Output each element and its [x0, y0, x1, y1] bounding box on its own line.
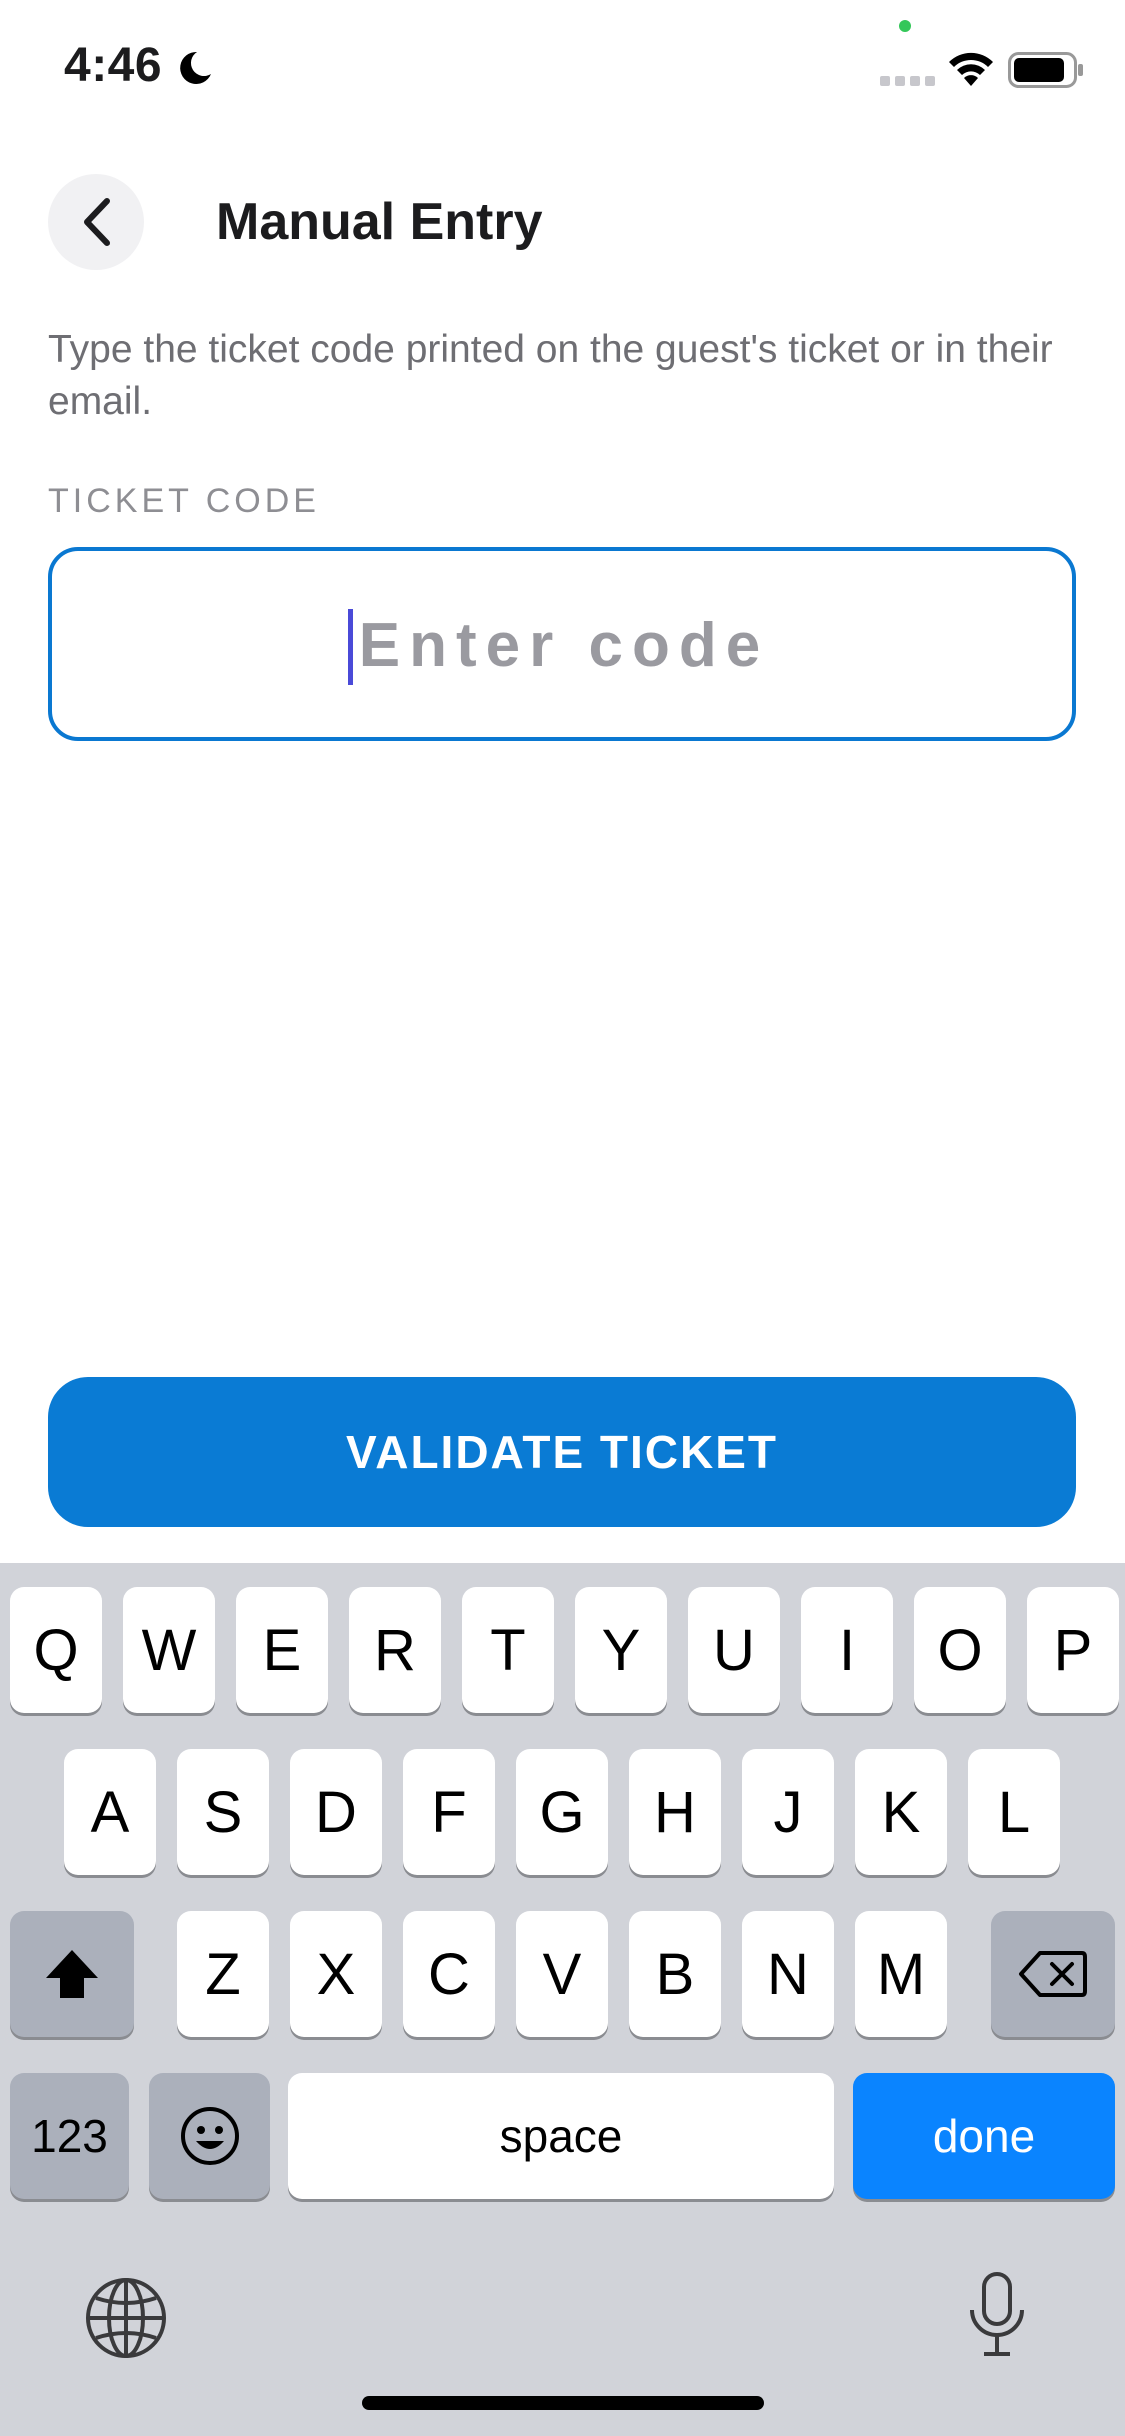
cellular-signal-icon — [880, 76, 935, 86]
page-title: Manual Entry — [216, 193, 543, 251]
emoji-icon — [180, 2107, 239, 2165]
key-c[interactable]: C — [403, 1911, 495, 2037]
key-m[interactable]: M — [855, 1911, 947, 2037]
key-label: Y — [601, 1617, 641, 1683]
validate-ticket-button[interactable]: VALIDATE TICKET — [48, 1377, 1076, 1527]
key-label: R — [374, 1617, 416, 1683]
key-label: C — [428, 1941, 470, 2007]
backspace-key[interactable] — [991, 1911, 1115, 2037]
key-a[interactable]: A — [64, 1749, 156, 1875]
key-label: done — [932, 2110, 1036, 2162]
instructions-text: Type the ticket code printed on the gues… — [48, 328, 1053, 423]
key-n[interactable]: N — [742, 1911, 834, 2037]
key-y[interactable]: Y — [575, 1587, 667, 1713]
key-g[interactable]: G — [516, 1749, 608, 1875]
key-label: L — [997, 1779, 1031, 1845]
key-label: D — [315, 1779, 357, 1845]
space-key[interactable]: space — [288, 2073, 834, 2199]
key-e[interactable]: E — [236, 1587, 328, 1713]
key-j[interactable]: J — [742, 1749, 834, 1875]
key-label: A — [90, 1779, 130, 1845]
key-v[interactable]: V — [516, 1911, 608, 2037]
key-label: B — [655, 1941, 695, 2007]
key-p[interactable]: P — [1027, 1587, 1119, 1713]
moon-icon — [180, 51, 211, 84]
microphone-icon[interactable] — [962, 2270, 1032, 2360]
key-t[interactable]: T — [462, 1587, 554, 1713]
key-label: Z — [205, 1941, 241, 2007]
key-label: O — [937, 1617, 983, 1683]
emoji-key[interactable] — [149, 2073, 270, 2199]
key-label: W — [141, 1617, 197, 1683]
status-time: 4:46 — [64, 39, 163, 92]
key-label: E — [262, 1617, 302, 1683]
key-label: G — [539, 1779, 585, 1845]
key-label: M — [876, 1941, 926, 2007]
chevron-left-icon — [84, 198, 110, 246]
key-s[interactable]: S — [177, 1749, 269, 1875]
key-label: J — [773, 1779, 803, 1845]
key-u[interactable]: U — [688, 1587, 780, 1713]
key-o[interactable]: O — [914, 1587, 1006, 1713]
home-indicator — [362, 2396, 764, 2410]
key-k[interactable]: K — [855, 1749, 947, 1875]
ticket-code-label: TICKET CODE — [48, 482, 320, 520]
key-label: T — [490, 1617, 526, 1683]
back-button[interactable] — [48, 174, 144, 270]
done-key[interactable]: done — [853, 2073, 1115, 2199]
shift-key[interactable] — [10, 1911, 134, 2037]
key-label: H — [654, 1779, 696, 1845]
status-bar: 4:46 — [0, 0, 1125, 140]
key-f[interactable]: F — [403, 1749, 495, 1875]
text-cursor — [348, 609, 353, 685]
key-l[interactable]: L — [968, 1749, 1060, 1875]
key-b[interactable]: B — [629, 1911, 721, 2037]
key-label: Q — [33, 1617, 79, 1683]
key-r[interactable]: R — [349, 1587, 441, 1713]
key-label: U — [713, 1617, 755, 1683]
shift-icon — [46, 1950, 98, 1998]
key-x[interactable]: X — [290, 1911, 382, 2037]
key-label: K — [881, 1779, 921, 1845]
key-label: P — [1053, 1617, 1093, 1683]
battery-icon — [1008, 52, 1083, 88]
key-label: I — [838, 1617, 856, 1683]
key-label: F — [431, 1779, 467, 1845]
wifi-icon — [949, 52, 993, 86]
key-label: S — [203, 1779, 243, 1845]
numbers-key[interactable]: 123 — [10, 2073, 129, 2199]
ticket-code-field[interactable] — [48, 547, 1076, 741]
backspace-icon — [1019, 1951, 1087, 1997]
privacy-indicator-dot — [899, 20, 911, 32]
key-h[interactable]: H — [629, 1749, 721, 1875]
key-label: 123 — [31, 2110, 108, 2162]
key-label: N — [767, 1941, 809, 2007]
key-z[interactable]: Z — [177, 1911, 269, 2037]
ticket-code-input[interactable] — [52, 551, 1076, 739]
key-w[interactable]: W — [123, 1587, 215, 1713]
key-q[interactable]: Q — [10, 1587, 102, 1713]
key-d[interactable]: D — [290, 1749, 382, 1875]
key-label: X — [316, 1941, 356, 2007]
key-label: space — [499, 2110, 623, 2162]
globe-icon[interactable] — [84, 2276, 168, 2360]
key-i[interactable]: I — [801, 1587, 893, 1713]
key-label: V — [542, 1941, 582, 2007]
